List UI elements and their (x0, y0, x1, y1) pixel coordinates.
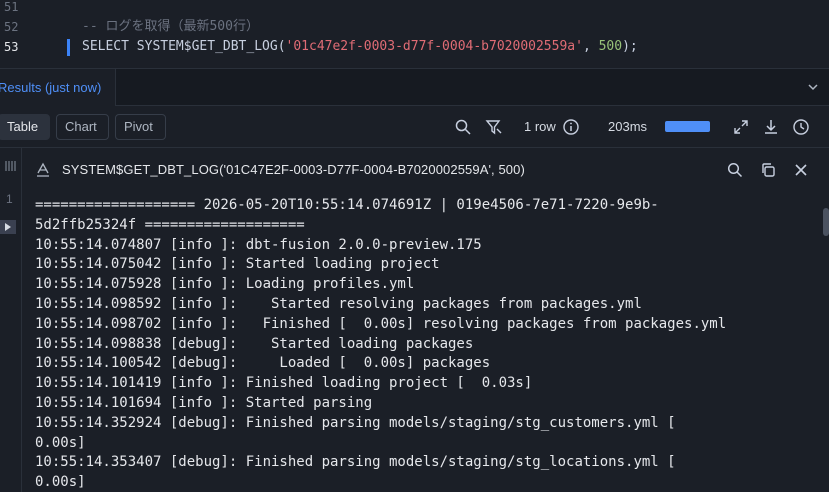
text-type-icon (37, 162, 49, 177)
history-icon[interactable] (792, 118, 810, 136)
tab-results[interactable]: Results (just now) (0, 69, 116, 106)
sql-paren-open: ( (277, 39, 286, 54)
close-icon[interactable] (793, 162, 809, 178)
log-line: 10:55:14.100542 [debug]: Loaded [ 0.00s]… (35, 355, 491, 372)
sql-paren-close: ); (622, 39, 638, 54)
line-number: 52 (4, 20, 19, 34)
line-number: 53 (4, 40, 19, 54)
row-expand-handle[interactable] (0, 220, 16, 234)
tab-results-label: Results (just now) (0, 80, 102, 95)
code-line-52: 52 -- ログを取得（最新500行） (0, 17, 829, 37)
sql-function: SYSTEM$GET_DBT_LOG (136, 39, 278, 54)
query-duration: 203ms (608, 119, 648, 134)
log-line: 10:55:14.352924 [debug]: Finished parsin… (35, 414, 676, 431)
copy-icon[interactable] (760, 162, 776, 178)
line-number: 51 (4, 0, 19, 14)
pivot-view-button[interactable]: Pivot (115, 114, 166, 140)
sql-comment: -- ログを取得（最新500行） (82, 19, 259, 34)
cell-detail-title: SYSTEM$GET_DBT_LOG('01C47E2F-0003-D77F-0… (62, 162, 525, 177)
sql-number: 500 (598, 39, 623, 54)
code-line-53: 53 SELECT SYSTEM$GET_DBT_LOG('01c47e2f-0… (0, 37, 829, 57)
sql-editor[interactable]: 51 52 -- ログを取得（最新500行） 53 SELECT SYSTEM$… (0, 0, 829, 68)
chevron-down-icon[interactable] (807, 81, 819, 93)
results-grid-gutter: 1 (0, 148, 22, 492)
log-line: 5d2ffb25324f =================== (35, 216, 305, 233)
chart-view-label: Chart (65, 119, 97, 134)
chart-view-button[interactable]: Chart (56, 114, 109, 140)
log-line: =================== 2026-05-20T10:55:14.… (35, 197, 659, 213)
log-line: 10:55:14.101694 [info ]: Started parsing (35, 394, 373, 411)
cell-detail-header: SYSTEM$GET_DBT_LOG('01C47E2F-0003-D77F-0… (22, 148, 829, 192)
sql-statement: SELECT SYSTEM$GET_DBT_LOG('01c47e2f-0003… (82, 37, 638, 57)
code-line-51: 51 (0, 0, 829, 17)
info-icon[interactable] (562, 118, 580, 136)
log-line: 10:55:14.075928 [info ]: Loading profile… (35, 276, 415, 293)
log-line: 0.00s] (35, 434, 86, 451)
log-line: 10:55:14.101419 [info ]: Finished loadin… (35, 375, 533, 392)
log-line: 10:55:14.098592 [info ]: Started resolvi… (35, 295, 642, 312)
log-line: 0.00s] (35, 474, 86, 491)
results-header: Results (just now) (0, 68, 829, 106)
cell-detail-panel: SYSTEM$GET_DBT_LOG('01C47E2F-0003-D77F-0… (22, 148, 829, 492)
filter-icon[interactable] (485, 118, 503, 136)
search-icon[interactable] (454, 118, 472, 136)
log-line: 10:55:14.098702 [info ]: Finished [ 0.00… (35, 315, 727, 332)
column-type-icon (5, 161, 16, 171)
log-content: =================== 2026-05-20T10:55:14.… (35, 196, 815, 492)
pivot-view-label: Pivot (124, 119, 153, 134)
table-view-label: Table (7, 119, 39, 134)
sql-comma: , (582, 39, 599, 54)
sql-string: '01c47e2f-0003-d77f-0004-b7020002559a' (285, 39, 583, 54)
expand-icon[interactable] (732, 118, 750, 136)
log-line: 10:55:14.075042 [info ]: Started loading… (35, 256, 440, 273)
play-icon (5, 223, 11, 231)
sql-keyword: SELECT (82, 39, 129, 54)
scrollbar-thumb[interactable] (823, 208, 829, 236)
download-icon[interactable] (762, 118, 780, 136)
row-number: 1 (6, 192, 13, 206)
table-view-button[interactable]: Table (0, 114, 50, 140)
row-count: 1 row (524, 119, 556, 134)
log-line: 10:55:14.074807 [info ]: dbt-fusion 2.0.… (35, 236, 482, 253)
active-line-marker (67, 39, 70, 56)
log-line: 10:55:14.353407 [debug]: Finished parsin… (35, 454, 676, 471)
query-progress-bar (665, 121, 710, 132)
search-icon[interactable] (727, 162, 743, 178)
log-line: 10:55:14.098838 [debug]: Started loading… (35, 335, 474, 352)
